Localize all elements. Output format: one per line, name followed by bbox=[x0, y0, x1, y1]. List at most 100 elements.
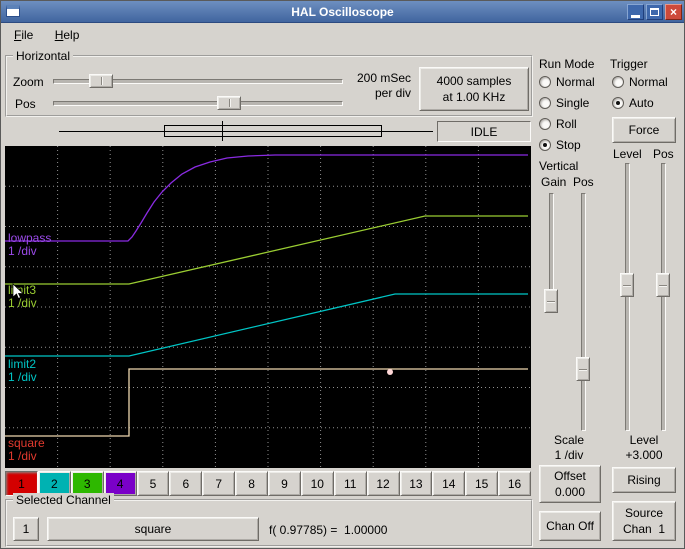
channel-button-10[interactable]: 10 bbox=[300, 471, 334, 496]
run-mode-label: Run Mode bbox=[539, 57, 595, 71]
channel-button-6[interactable]: 6 bbox=[169, 471, 203, 496]
pos-slider-handle[interactable] bbox=[217, 96, 241, 110]
trace-label-limit2: limit2 bbox=[8, 357, 36, 371]
trigger-option-label: Auto bbox=[629, 95, 654, 110]
trace-scale-square: 1 /div bbox=[8, 449, 37, 463]
scale-label: Scale bbox=[553, 433, 585, 447]
trace-label-limit3: limit3 bbox=[8, 283, 36, 297]
trigger-source-button[interactable]: Source Chan 1 bbox=[612, 501, 676, 541]
trigger-level-slider-label: Level bbox=[613, 147, 642, 161]
trace-scale-lowpass: 1 /div bbox=[8, 244, 37, 258]
run-mode-option-normal[interactable]: Normal bbox=[539, 71, 603, 92]
pos-slider-trough[interactable] bbox=[53, 101, 343, 106]
menu-file[interactable]: File bbox=[5, 24, 42, 46]
menu-help[interactable]: Help bbox=[46, 24, 89, 46]
trigger-option-normal[interactable]: Normal bbox=[612, 71, 682, 92]
trigger-source-line1: Source bbox=[624, 506, 664, 520]
sweep-rate-line2: per div bbox=[374, 86, 411, 100]
minimize-icon bbox=[631, 14, 640, 18]
selected-channel-name-button[interactable]: square bbox=[47, 517, 259, 541]
gain-label: Gain bbox=[541, 175, 567, 189]
selected-channel-number-button[interactable]: 1 bbox=[13, 517, 39, 541]
channel-button-8[interactable]: 8 bbox=[235, 471, 268, 496]
scope-canvas: lowpass1 /divlimit31 /divlimit21 /divsqu… bbox=[5, 146, 531, 468]
slider-grip bbox=[623, 285, 631, 287]
sweep-rate-line1: 200 mSec bbox=[356, 71, 411, 85]
vpos-slider-handle[interactable] bbox=[576, 357, 590, 381]
trigger-level-slider[interactable] bbox=[619, 163, 635, 431]
maximize-button[interactable] bbox=[646, 4, 663, 20]
channel-button-12[interactable]: 12 bbox=[366, 471, 400, 496]
trigger-edge-label: Rising bbox=[627, 473, 661, 487]
record-trigger-tick bbox=[222, 121, 223, 141]
trace-limit2 bbox=[5, 293, 528, 357]
radio-icon bbox=[612, 75, 624, 88]
acquire-status-box: IDLE bbox=[437, 121, 531, 142]
force-button[interactable]: Force bbox=[612, 117, 676, 143]
run-mode-option-roll[interactable]: Roll bbox=[539, 113, 603, 134]
vertical-pos-slider[interactable] bbox=[575, 193, 591, 431]
selected-channel-name: square bbox=[134, 522, 172, 536]
channel-button-5[interactable]: 5 bbox=[136, 471, 170, 496]
radio-icon bbox=[539, 75, 551, 88]
trace-label-square: square bbox=[8, 436, 45, 450]
selected-channel-number: 1 bbox=[22, 522, 30, 536]
run-mode-option-label: Stop bbox=[556, 137, 581, 152]
vertical-gain-slider[interactable] bbox=[543, 193, 559, 313]
radio-icon bbox=[539, 138, 551, 151]
chan-off-button[interactable]: Chan Off bbox=[539, 511, 601, 541]
trigger-source-line2: Chan 1 bbox=[622, 522, 666, 536]
trace-scale-limit2: 1 /div bbox=[8, 370, 37, 384]
trace-lowpass bbox=[5, 154, 528, 242]
trigger-label: Trigger bbox=[610, 57, 648, 71]
zoom-slider-handle[interactable] bbox=[89, 74, 113, 88]
trace-square bbox=[5, 368, 528, 437]
titlebar[interactable]: HAL Oscilloscope × bbox=[1, 1, 684, 23]
trigger-option-auto[interactable]: Auto bbox=[612, 92, 682, 113]
offset-button[interactable]: Offset 0.000 bbox=[539, 465, 601, 503]
record-window bbox=[164, 125, 382, 137]
channel-button-16[interactable]: 16 bbox=[498, 471, 531, 496]
samples-line2: at 1.00 KHz bbox=[442, 90, 506, 104]
tpos-slider-handle[interactable] bbox=[656, 273, 670, 297]
slider-grip bbox=[229, 99, 231, 107]
vpos-slider-trough[interactable] bbox=[581, 193, 586, 431]
channel-button-13[interactable]: 13 bbox=[399, 471, 433, 496]
level-slider-trough[interactable] bbox=[625, 163, 630, 431]
trigger-options: Normal Auto bbox=[612, 71, 682, 113]
close-button[interactable]: × bbox=[665, 4, 682, 20]
selected-channel-label: Selected Channel bbox=[13, 493, 114, 507]
tpos-slider-trough[interactable] bbox=[661, 163, 666, 431]
run-mode-option-single[interactable]: Single bbox=[539, 92, 603, 113]
sweep-rate-text: 200 mSec per div bbox=[345, 71, 411, 101]
offset-line1: Offset bbox=[554, 469, 586, 483]
channel-button-7[interactable]: 7 bbox=[202, 471, 236, 496]
channel-button-9[interactable]: 9 bbox=[268, 471, 301, 496]
trigger-pos-slider-label: Pos bbox=[653, 147, 674, 161]
trigger-level-label: Level bbox=[629, 433, 659, 447]
channel-button-14[interactable]: 14 bbox=[432, 471, 466, 496]
samples-line1: 4000 samples bbox=[436, 74, 512, 88]
horizontal-zoom-slider[interactable] bbox=[53, 73, 343, 89]
run-mode-option-stop[interactable]: Stop bbox=[539, 134, 603, 155]
trigger-level-value: +3.000 bbox=[625, 448, 663, 462]
maximize-icon bbox=[650, 8, 659, 16]
slider-grip bbox=[547, 301, 555, 303]
acquire-status: IDLE bbox=[470, 124, 498, 139]
channel-button-15[interactable]: 15 bbox=[465, 471, 499, 496]
gain-slider-handle[interactable] bbox=[544, 289, 558, 313]
trace-scale-limit3: 1 /div bbox=[8, 296, 37, 310]
channel-button-11[interactable]: 11 bbox=[333, 471, 367, 496]
trigger-edge-button[interactable]: Rising bbox=[612, 467, 676, 493]
run-mode-options: Normal Single Roll Stop bbox=[539, 71, 603, 155]
samples-button[interactable]: 4000 samples at 1.00 KHz bbox=[419, 67, 529, 111]
pos-label: Pos bbox=[15, 97, 36, 111]
level-slider-handle[interactable] bbox=[620, 273, 634, 297]
trigger-pos-slider[interactable] bbox=[655, 163, 671, 431]
trigger-marker bbox=[387, 369, 393, 375]
radio-icon bbox=[612, 96, 624, 109]
horizontal-pos-slider[interactable] bbox=[53, 95, 343, 111]
radio-icon bbox=[539, 117, 551, 130]
run-mode-option-label: Single bbox=[556, 95, 590, 110]
minimize-button[interactable] bbox=[627, 4, 644, 20]
